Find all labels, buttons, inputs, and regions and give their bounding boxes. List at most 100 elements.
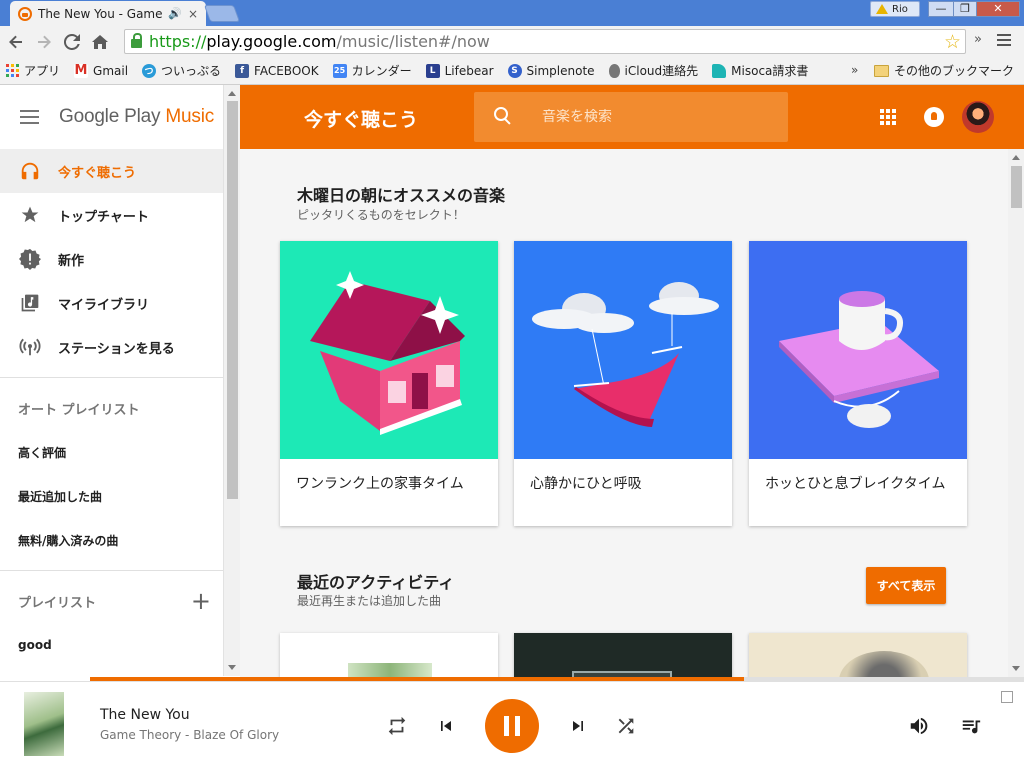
sidebar: Google Play Music 今すぐ聴こう トップチャート 新作 マイライ… <box>0 85 223 676</box>
search-input[interactable] <box>542 109 772 125</box>
star-icon <box>18 203 42 227</box>
folder-icon <box>874 64 889 77</box>
bookmarks-overflow-icon[interactable]: » <box>851 63 858 77</box>
activity-card[interactable] <box>280 633 498 677</box>
tab-title: The New You - Game <box>38 6 163 21</box>
other-bookmarks[interactable]: その他のブックマーク <box>874 62 1014 79</box>
sidebar-item-my-library[interactable]: マイライブラリ <box>0 281 223 325</box>
scroll-down-arrow-icon[interactable] <box>228 665 236 670</box>
browser-tab[interactable]: The New You - Game 🔊 × <box>10 1 206 26</box>
facebook-icon: f <box>235 63 250 78</box>
card-title: ホッとひと息ブレイクタイム <box>765 476 946 492</box>
main-scrollbar[interactable] <box>1008 149 1024 677</box>
coffee-mug-illustration-icon <box>749 241 967 459</box>
track-artist[interactable]: Game Theory - Blaze Of Glory <box>100 728 279 742</box>
sidebar-scrollbar[interactable] <box>223 85 240 676</box>
home-icon[interactable] <box>86 28 114 56</box>
simplenote-icon: S <box>507 63 522 78</box>
skip-previous-icon[interactable] <box>436 716 456 736</box>
sidebar-item-stations[interactable]: ステーションを見る <box>0 325 223 369</box>
extensions-overflow-icon[interactable]: » <box>974 32 982 47</box>
playlist-recently-added[interactable]: 最近追加した曲 <box>0 474 223 518</box>
bookmark-lifebear[interactable]: L Lifebear <box>425 63 494 78</box>
bookmark-calendar[interactable]: 25 カレンダー <box>332 62 412 79</box>
reload-icon[interactable] <box>58 28 86 56</box>
lock-icon <box>131 33 142 48</box>
playlist-free-purchased[interactable]: 無料/購入済みの曲 <box>0 518 223 562</box>
now-playing-album-art[interactable] <box>24 692 64 756</box>
maximize-button[interactable]: ❐ <box>953 1 977 17</box>
playlists-heading: プレイリスト + <box>18 587 211 615</box>
forward-arrow-icon[interactable] <box>30 28 58 56</box>
avatar[interactable] <box>962 101 994 133</box>
browser-toolbar: https://play.google.com/music/listen#/no… <box>0 26 1024 57</box>
bookmark-twipple[interactable]: つ ついっぷる <box>142 62 221 79</box>
address-bar[interactable]: https://play.google.com/music/listen#/no… <box>124 29 966 54</box>
bookmark-icloud[interactable]: iCloud連絡先 <box>608 62 698 79</box>
headphones-icon <box>18 6 32 21</box>
track-title[interactable]: The New You <box>100 707 190 723</box>
page-title: 今すぐ聴こう <box>304 109 419 131</box>
radio-station-icon <box>18 335 42 359</box>
activity-title: 最近のアクティビティ <box>297 573 455 592</box>
activity-card[interactable] <box>749 633 967 677</box>
close-window-button[interactable]: ✕ <box>976 1 1020 17</box>
new-release-icon <box>18 247 42 271</box>
search-box[interactable] <box>474 92 788 142</box>
bookmark-gmail[interactable]: M Gmail <box>74 63 128 78</box>
playlist-thumbs-up[interactable]: 高く評価 <box>0 430 223 474</box>
menu-icon[interactable] <box>20 106 39 128</box>
profile-name: Rio <box>892 3 908 15</box>
google-apps-icon[interactable] <box>880 109 896 125</box>
show-all-button[interactable]: すべて表示 <box>866 567 946 604</box>
album-thumbnail <box>348 663 432 677</box>
queue-icon[interactable] <box>960 715 982 737</box>
main-scroll-thumb[interactable] <box>1011 166 1022 208</box>
url-text: https://play.google.com/music/listen#/no… <box>149 32 490 51</box>
close-tab-icon[interactable]: × <box>188 7 198 21</box>
bookmark-simplenote[interactable]: S Simplenote <box>507 63 595 78</box>
bookmark-facebook[interactable]: f FACEBOOK <box>235 63 319 78</box>
warning-icon <box>876 4 888 14</box>
auto-playlists-heading: オート プレイリスト <box>18 402 140 418</box>
search-icon[interactable] <box>492 105 516 129</box>
sidebar-scroll-thumb[interactable] <box>227 101 238 499</box>
speaker-icon[interactable]: 🔊 <box>168 7 182 20</box>
add-playlist-icon[interactable]: + <box>191 589 211 613</box>
bookmark-misoca[interactable]: Misoca請求書 <box>712 62 808 79</box>
popout-icon[interactable] <box>1001 691 1013 703</box>
card-title: 心静かにひと呼吸 <box>530 476 642 492</box>
activity-card[interactable] <box>514 633 732 677</box>
notifications-icon[interactable] <box>924 107 944 127</box>
app-logo[interactable]: Google Play Music <box>59 106 214 128</box>
recommendation-title: 木曜日の朝にオススメの音楽 <box>297 186 506 205</box>
hammock-illustration-icon <box>514 241 732 459</box>
sidebar-item-top-charts[interactable]: トップチャート <box>0 193 223 237</box>
shuffle-icon[interactable] <box>615 715 637 737</box>
minimize-button[interactable]: — <box>928 1 954 17</box>
skip-next-icon[interactable] <box>568 716 588 736</box>
new-tab-button[interactable] <box>203 5 241 22</box>
gmail-icon: M <box>74 63 89 78</box>
sidebar-item-new-releases[interactable]: 新作 <box>0 237 223 281</box>
repeat-icon[interactable] <box>386 715 408 737</box>
chrome-menu-icon[interactable] <box>997 31 1017 49</box>
bookmark-star-icon[interactable]: ☆ <box>944 31 961 53</box>
bookmark-apps[interactable]: アプリ <box>6 62 60 79</box>
scroll-up-arrow-icon[interactable] <box>228 91 236 96</box>
player-bar: The New You Game Theory - Blaze Of Glory <box>0 681 1024 770</box>
back-arrow-icon[interactable] <box>2 28 30 56</box>
apps-grid-icon <box>6 64 19 77</box>
sidebar-item-listen-now[interactable]: 今すぐ聴こう <box>0 149 223 193</box>
pause-button[interactable] <box>485 699 539 753</box>
playlist-card[interactable]: 心静かにひと呼吸 <box>514 241 732 526</box>
profile-button[interactable]: Rio <box>870 1 920 17</box>
scroll-down-arrow-icon[interactable] <box>1012 666 1020 671</box>
volume-icon[interactable] <box>908 715 930 737</box>
sidebar-divider <box>0 377 223 378</box>
scroll-up-arrow-icon[interactable] <box>1012 155 1020 160</box>
browser-titlebar: The New You - Game 🔊 × Rio — ❐ ✕ <box>0 0 1024 26</box>
playlist-card[interactable]: ホッとひと息ブレイクタイム <box>749 241 967 526</box>
playlist-good[interactable]: good <box>0 623 223 667</box>
playlist-card[interactable]: ワンランク上の家事タイム <box>280 241 498 526</box>
